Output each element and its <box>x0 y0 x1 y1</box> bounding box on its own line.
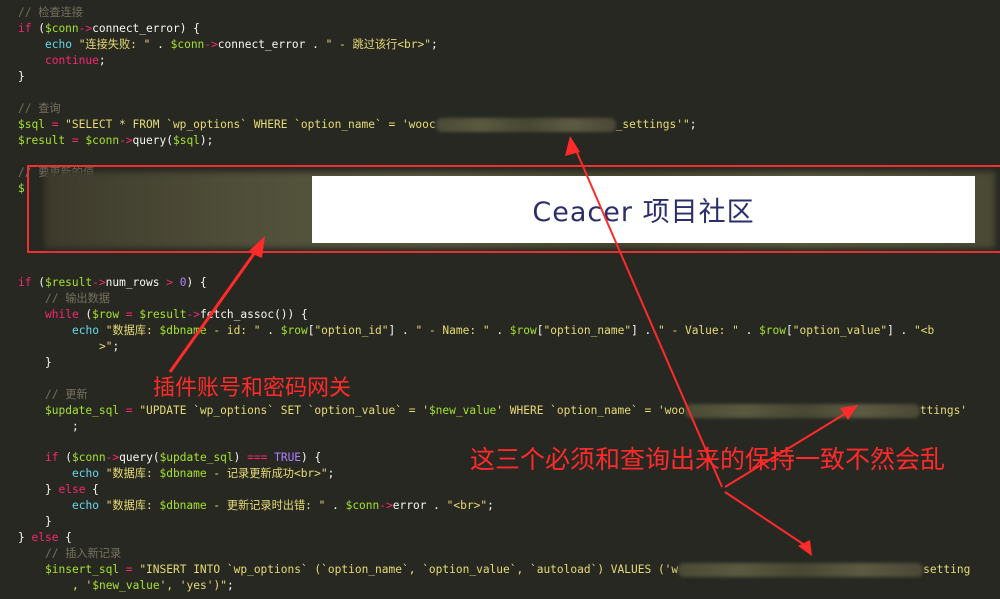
annotation-arrows <box>168 136 858 556</box>
arrow-to-select <box>574 147 723 488</box>
annotation-plugin-gateway: 插件账号和密码网关 <box>153 376 352 401</box>
arrow-to-insert <box>724 491 807 547</box>
arrowhead-icon <box>248 236 265 258</box>
arrowhead-icon <box>840 405 858 420</box>
arrow-to-value <box>168 247 260 373</box>
annotation-must-match: 这三个必须和查询出来的保持一致不然会乱 <box>470 445 946 474</box>
